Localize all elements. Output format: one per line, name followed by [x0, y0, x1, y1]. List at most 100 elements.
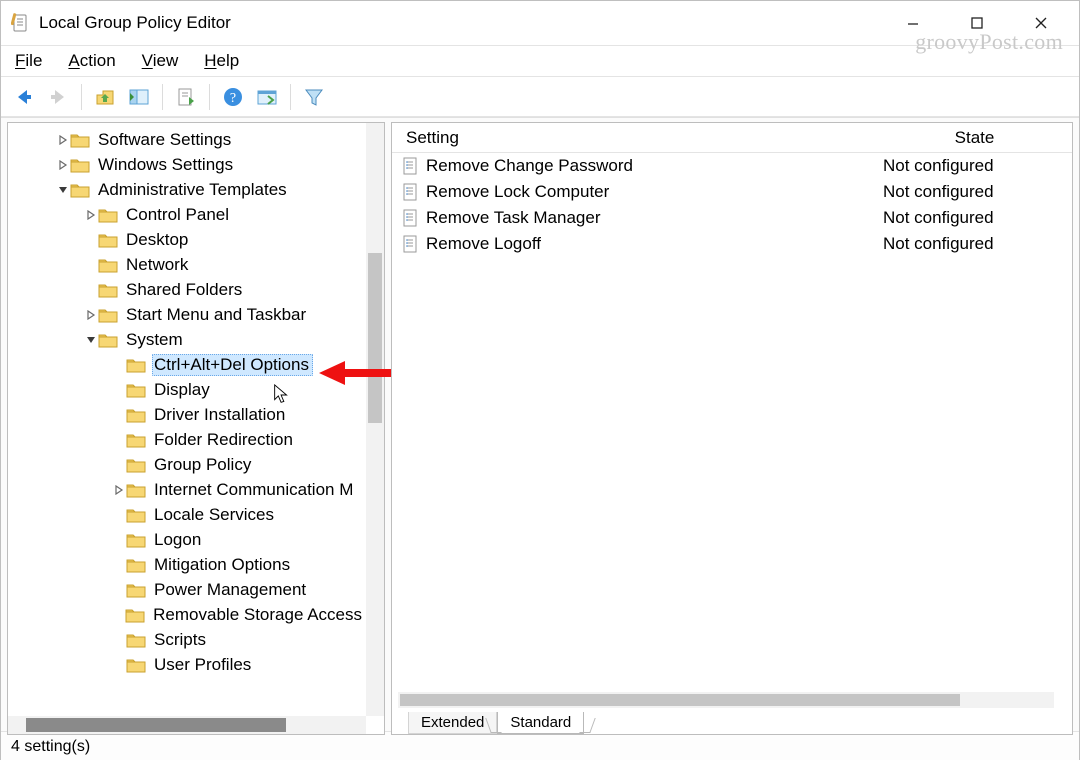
- folder-icon: [126, 432, 146, 448]
- tree-item-label: Display: [152, 379, 214, 401]
- up-button[interactable]: [90, 82, 120, 112]
- list-row[interactable]: Remove Task ManagerNot configured: [392, 205, 1072, 231]
- maximize-button[interactable]: [945, 3, 1009, 43]
- chevron-down-icon[interactable]: [84, 330, 98, 350]
- policy-setting-icon: [402, 157, 420, 175]
- list-horizontal-scrollbar[interactable]: [398, 692, 1054, 708]
- tree-item[interactable]: Power Management: [8, 577, 366, 602]
- folder-icon: [70, 132, 90, 148]
- menu-action[interactable]: Action: [66, 49, 117, 73]
- tree-item[interactable]: Group Policy: [8, 452, 366, 477]
- tree-item-label: Desktop: [124, 229, 192, 251]
- tree[interactable]: Software Settings Windows SettingsAdminis…: [8, 123, 366, 716]
- tree-item[interactable]: Mitigation Options: [8, 552, 366, 577]
- folder-icon: [126, 507, 146, 523]
- tree-item[interactable]: Shared Folders: [8, 277, 366, 302]
- folder-icon: [70, 157, 90, 173]
- tree-item[interactable]: Administrative Templates: [8, 177, 366, 202]
- forward-button[interactable]: [43, 82, 73, 112]
- tree-item[interactable]: Display: [8, 377, 366, 402]
- menu-file[interactable]: File: [13, 49, 44, 73]
- list-row[interactable]: Remove Logoff Not configured: [392, 231, 1072, 257]
- folder-icon: [98, 257, 118, 273]
- policy-setting-icon: [402, 183, 420, 201]
- tab-extended[interactable]: Extended: [408, 712, 497, 734]
- tree-vertical-scrollbar[interactable]: [366, 123, 384, 716]
- chevron-down-icon[interactable]: [56, 180, 70, 200]
- tree-item[interactable]: Removable Storage Access: [8, 602, 366, 627]
- tree-item[interactable]: Ctrl+Alt+Del Options: [8, 352, 366, 377]
- filter-button[interactable]: [299, 82, 329, 112]
- folder-icon: [126, 632, 146, 648]
- chevron-right-icon[interactable]: [84, 305, 98, 325]
- tree-item[interactable]: Software Settings: [8, 127, 366, 152]
- folder-icon: [98, 332, 118, 348]
- tree-item-label: Locale Services: [152, 504, 278, 526]
- tree-item[interactable]: User Profiles: [8, 652, 366, 677]
- toolbar: ?: [1, 77, 1079, 117]
- minimize-button[interactable]: [881, 3, 945, 43]
- chevron-right-icon[interactable]: [112, 480, 126, 500]
- help-button[interactable]: ?: [218, 82, 248, 112]
- toolbar-separator: [290, 84, 291, 110]
- scrollbar-thumb[interactable]: [368, 253, 382, 423]
- folder-icon: [126, 532, 146, 548]
- column-setting[interactable]: Setting: [392, 128, 877, 148]
- app-icon: [11, 13, 31, 33]
- tree-item-label: Driver Installation: [152, 404, 289, 426]
- folder-icon: [98, 232, 118, 248]
- properties-button[interactable]: [252, 82, 282, 112]
- app-window: Local Group Policy Editor groovyPost.com…: [0, 0, 1080, 760]
- tree-item[interactable]: Control Panel: [8, 202, 366, 227]
- show-hide-tree-button[interactable]: [124, 82, 154, 112]
- chevron-right-icon[interactable]: [84, 205, 98, 225]
- close-button[interactable]: [1009, 3, 1073, 43]
- export-list-button[interactable]: [171, 82, 201, 112]
- setting-state: Not configured: [877, 182, 1072, 202]
- setting-state: Not configured: [877, 234, 1072, 254]
- column-state[interactable]: State: [877, 128, 1072, 148]
- window-title: Local Group Policy Editor: [39, 13, 231, 33]
- folder-icon: [70, 182, 90, 198]
- folder-icon: [126, 657, 146, 673]
- tab-standard[interactable]: Standard: [497, 712, 584, 734]
- tree-item-label: Control Panel: [124, 204, 233, 226]
- list-row[interactable]: Remove Change PasswordNot configured: [392, 153, 1072, 179]
- tree-item[interactable]: Logon: [8, 527, 366, 552]
- setting-state: Not configured: [877, 208, 1072, 228]
- menu-help[interactable]: Help: [202, 49, 241, 73]
- tree-horizontal-scrollbar[interactable]: [8, 716, 366, 734]
- menu-view[interactable]: View: [140, 49, 181, 73]
- list-row[interactable]: Remove Lock ComputerNot configured: [392, 179, 1072, 205]
- setting-name: Remove Logoff: [426, 234, 541, 254]
- status-text: 4 setting(s): [11, 738, 90, 756]
- tree-item[interactable]: Network: [8, 252, 366, 277]
- back-button[interactable]: [9, 82, 39, 112]
- toolbar-separator: [162, 84, 163, 110]
- folder-icon: [98, 207, 118, 223]
- chevron-right-icon[interactable]: [56, 155, 70, 175]
- chevron-right-icon[interactable]: [56, 130, 70, 150]
- tree-item[interactable]: System: [8, 327, 366, 352]
- toolbar-separator: [81, 84, 82, 110]
- folder-icon: [126, 407, 146, 423]
- folder-icon: [126, 582, 146, 598]
- scrollbar-thumb[interactable]: [400, 694, 960, 706]
- tree-item-label: Scripts: [152, 629, 210, 651]
- scrollbar-thumb[interactable]: [26, 718, 286, 732]
- tree-item-label: Start Menu and Taskbar: [124, 304, 310, 326]
- tree-item[interactable]: Scripts: [8, 627, 366, 652]
- policy-list[interactable]: Remove Change PasswordNot configuredRemo…: [392, 153, 1072, 694]
- tree-item-label: Software Settings: [96, 129, 235, 151]
- tree-item[interactable]: Desktop: [8, 227, 366, 252]
- tree-item[interactable]: Windows Settings: [8, 152, 366, 177]
- tree-item[interactable]: Locale Services: [8, 502, 366, 527]
- tree-item[interactable]: Start Menu and Taskbar: [8, 302, 366, 327]
- tree-pane: Software Settings Windows SettingsAdminis…: [7, 122, 385, 735]
- status-bar: 4 setting(s): [1, 731, 1079, 760]
- tree-item[interactable]: Folder Redirection: [8, 427, 366, 452]
- list-header: Setting State: [392, 123, 1072, 153]
- tree-item[interactable]: Internet Communication M: [8, 477, 366, 502]
- tree-item-label: Windows Settings: [96, 154, 237, 176]
- tree-item[interactable]: Driver Installation: [8, 402, 366, 427]
